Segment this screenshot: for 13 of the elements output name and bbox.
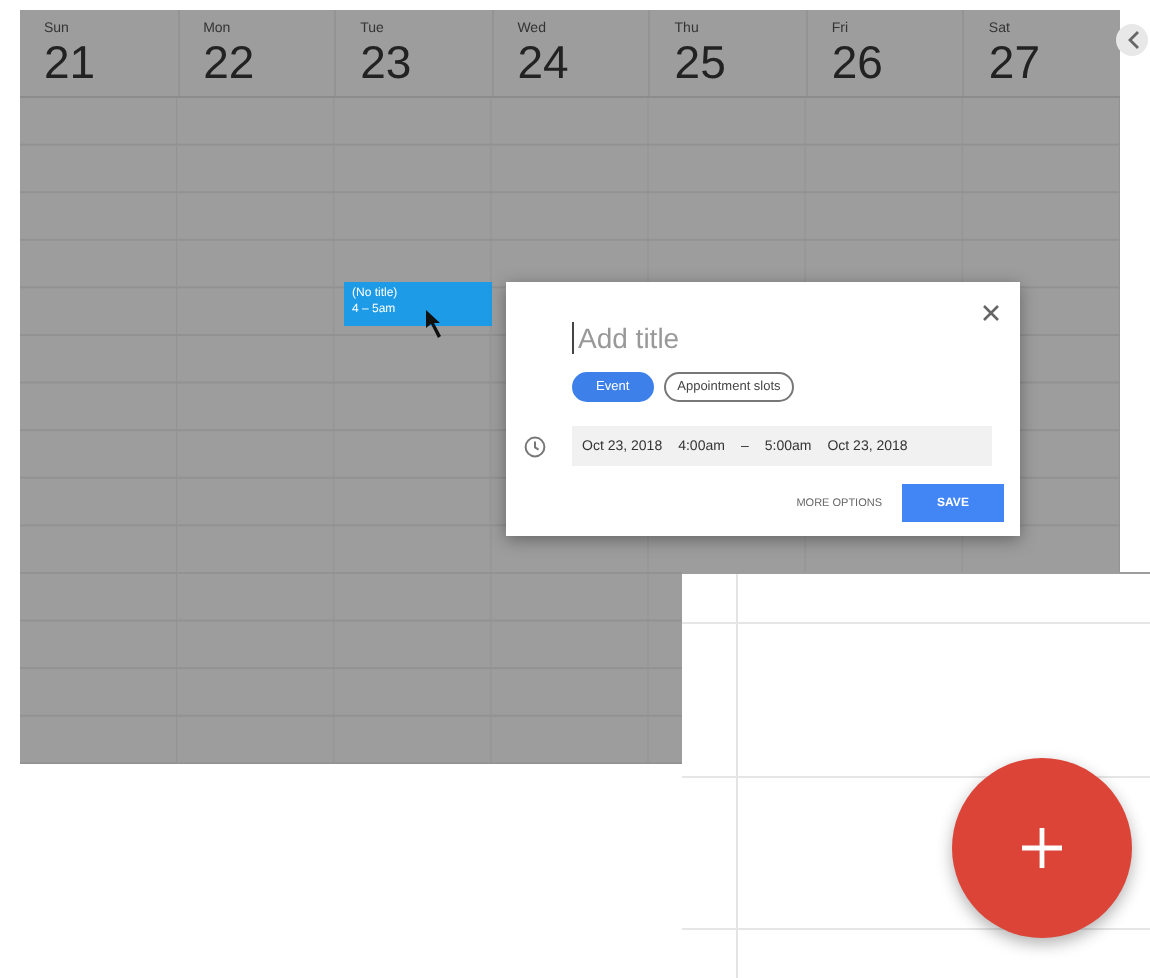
date-number[interactable]: 22 bbox=[203, 40, 255, 86]
date-number[interactable]: 26 bbox=[831, 40, 883, 86]
plus-icon bbox=[1020, 826, 1064, 870]
date-number[interactable]: 24 bbox=[517, 40, 569, 86]
date-number[interactable]: 23 bbox=[360, 40, 412, 86]
cursor-icon bbox=[424, 308, 444, 340]
date-number[interactable]: 27 bbox=[988, 40, 1041, 86]
date-number[interactable]: 25 bbox=[674, 40, 726, 86]
date-number[interactable]: 21 bbox=[44, 40, 96, 86]
close-icon[interactable] bbox=[982, 304, 1000, 322]
clock-icon bbox=[524, 436, 546, 458]
chevron-icon[interactable] bbox=[1116, 24, 1148, 56]
create-button[interactable] bbox=[952, 758, 1132, 938]
